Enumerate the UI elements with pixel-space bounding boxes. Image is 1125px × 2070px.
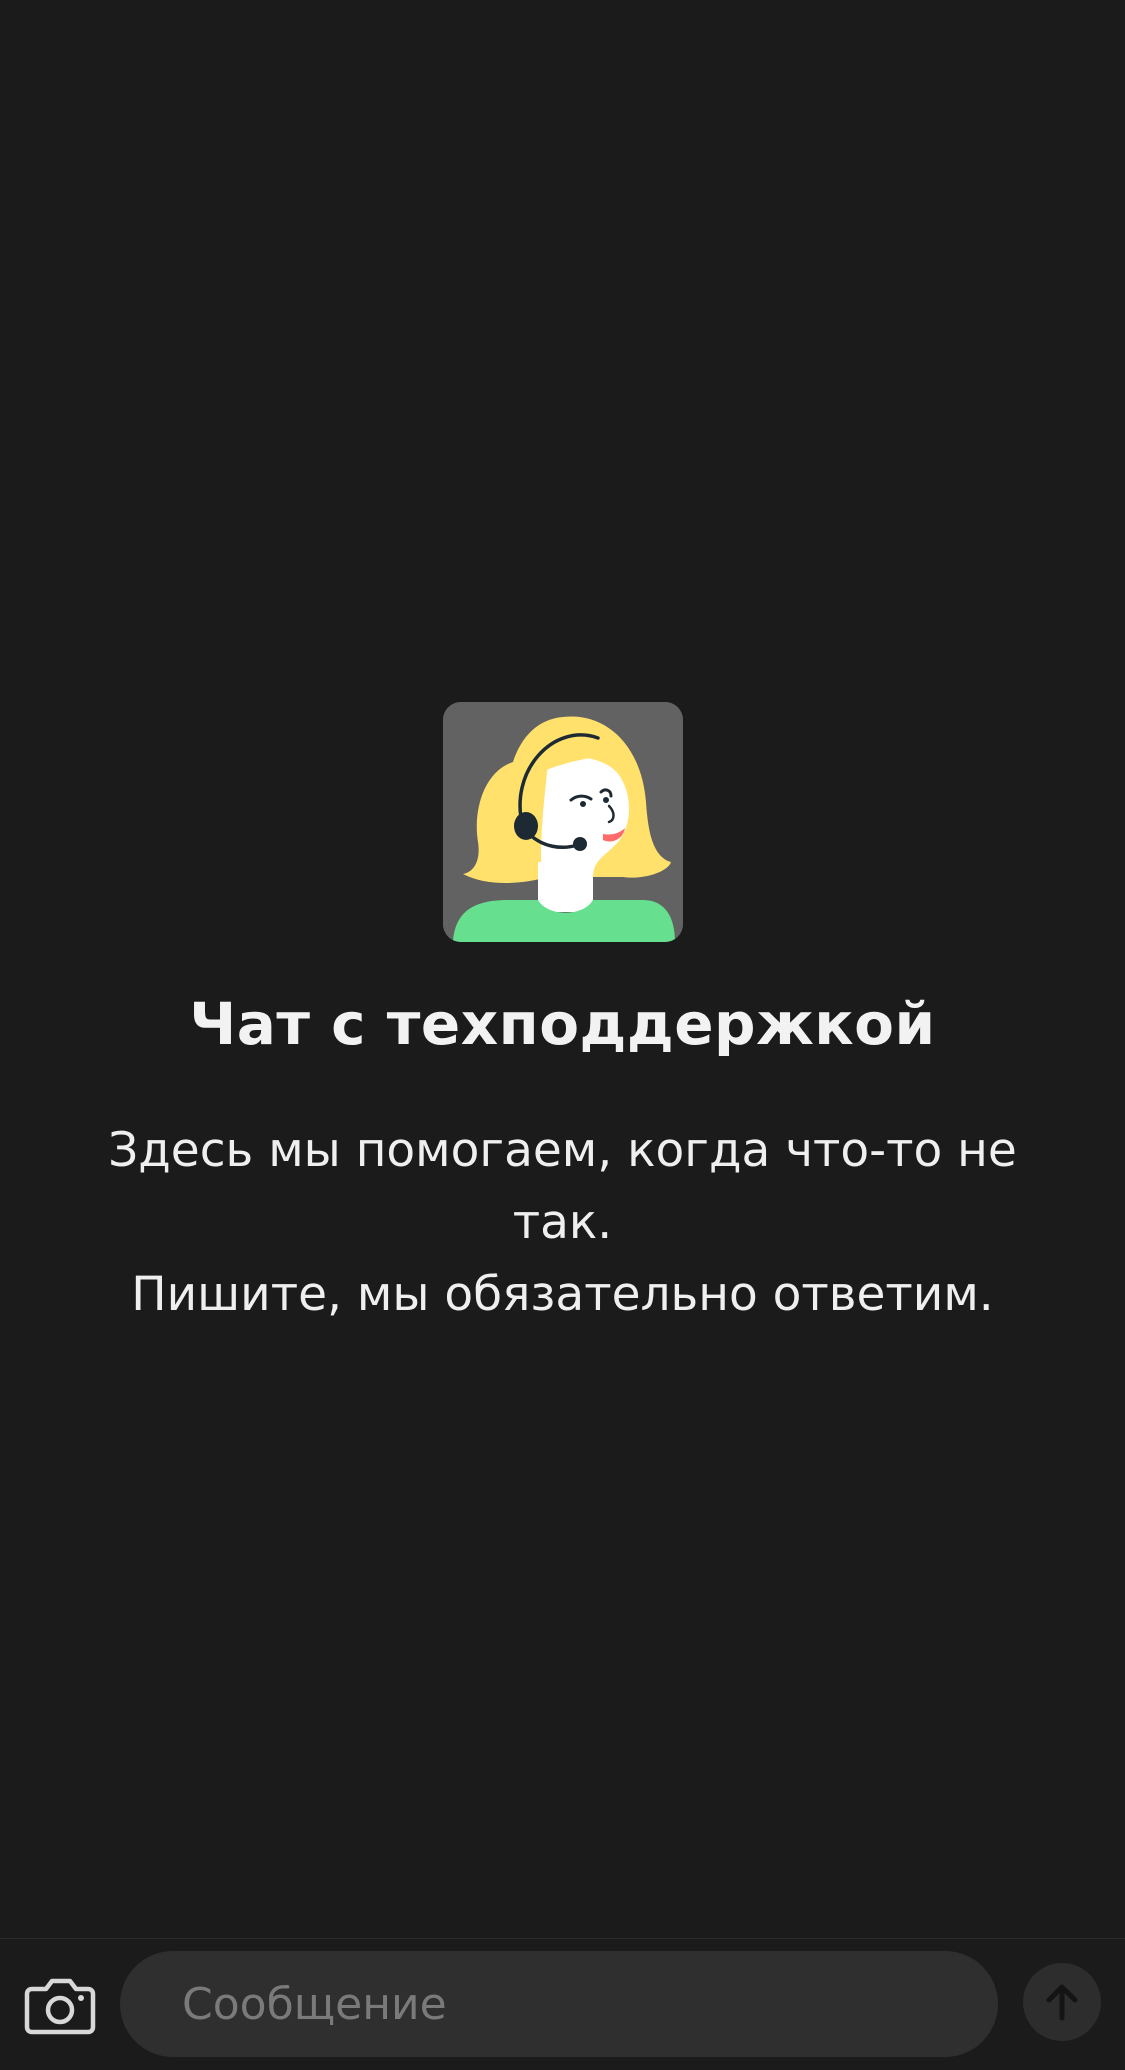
- camera-button[interactable]: [22, 1972, 98, 2038]
- chat-description-line-1: Здесь мы помогаем, когда что-то не так.: [108, 1123, 1017, 1250]
- chat-title: Чат с техподдержкой: [189, 990, 936, 1058]
- send-button[interactable]: [1023, 1963, 1101, 2041]
- camera-icon: [24, 1978, 96, 2035]
- chat-description: Здесь мы помогаем, когда что-то не так. …: [60, 1115, 1065, 1331]
- arrow-up-icon: [1046, 1984, 1078, 2021]
- message-input[interactable]: [120, 1951, 998, 2057]
- chat-description-line-2: Пишите, мы обязательно ответим.: [131, 1267, 994, 1322]
- support-agent-illustration: [443, 702, 683, 942]
- support-agent-avatar: [443, 702, 683, 942]
- support-chat-screen: Чат с техподдержкой Здесь мы помогаем, к…: [0, 0, 1125, 2070]
